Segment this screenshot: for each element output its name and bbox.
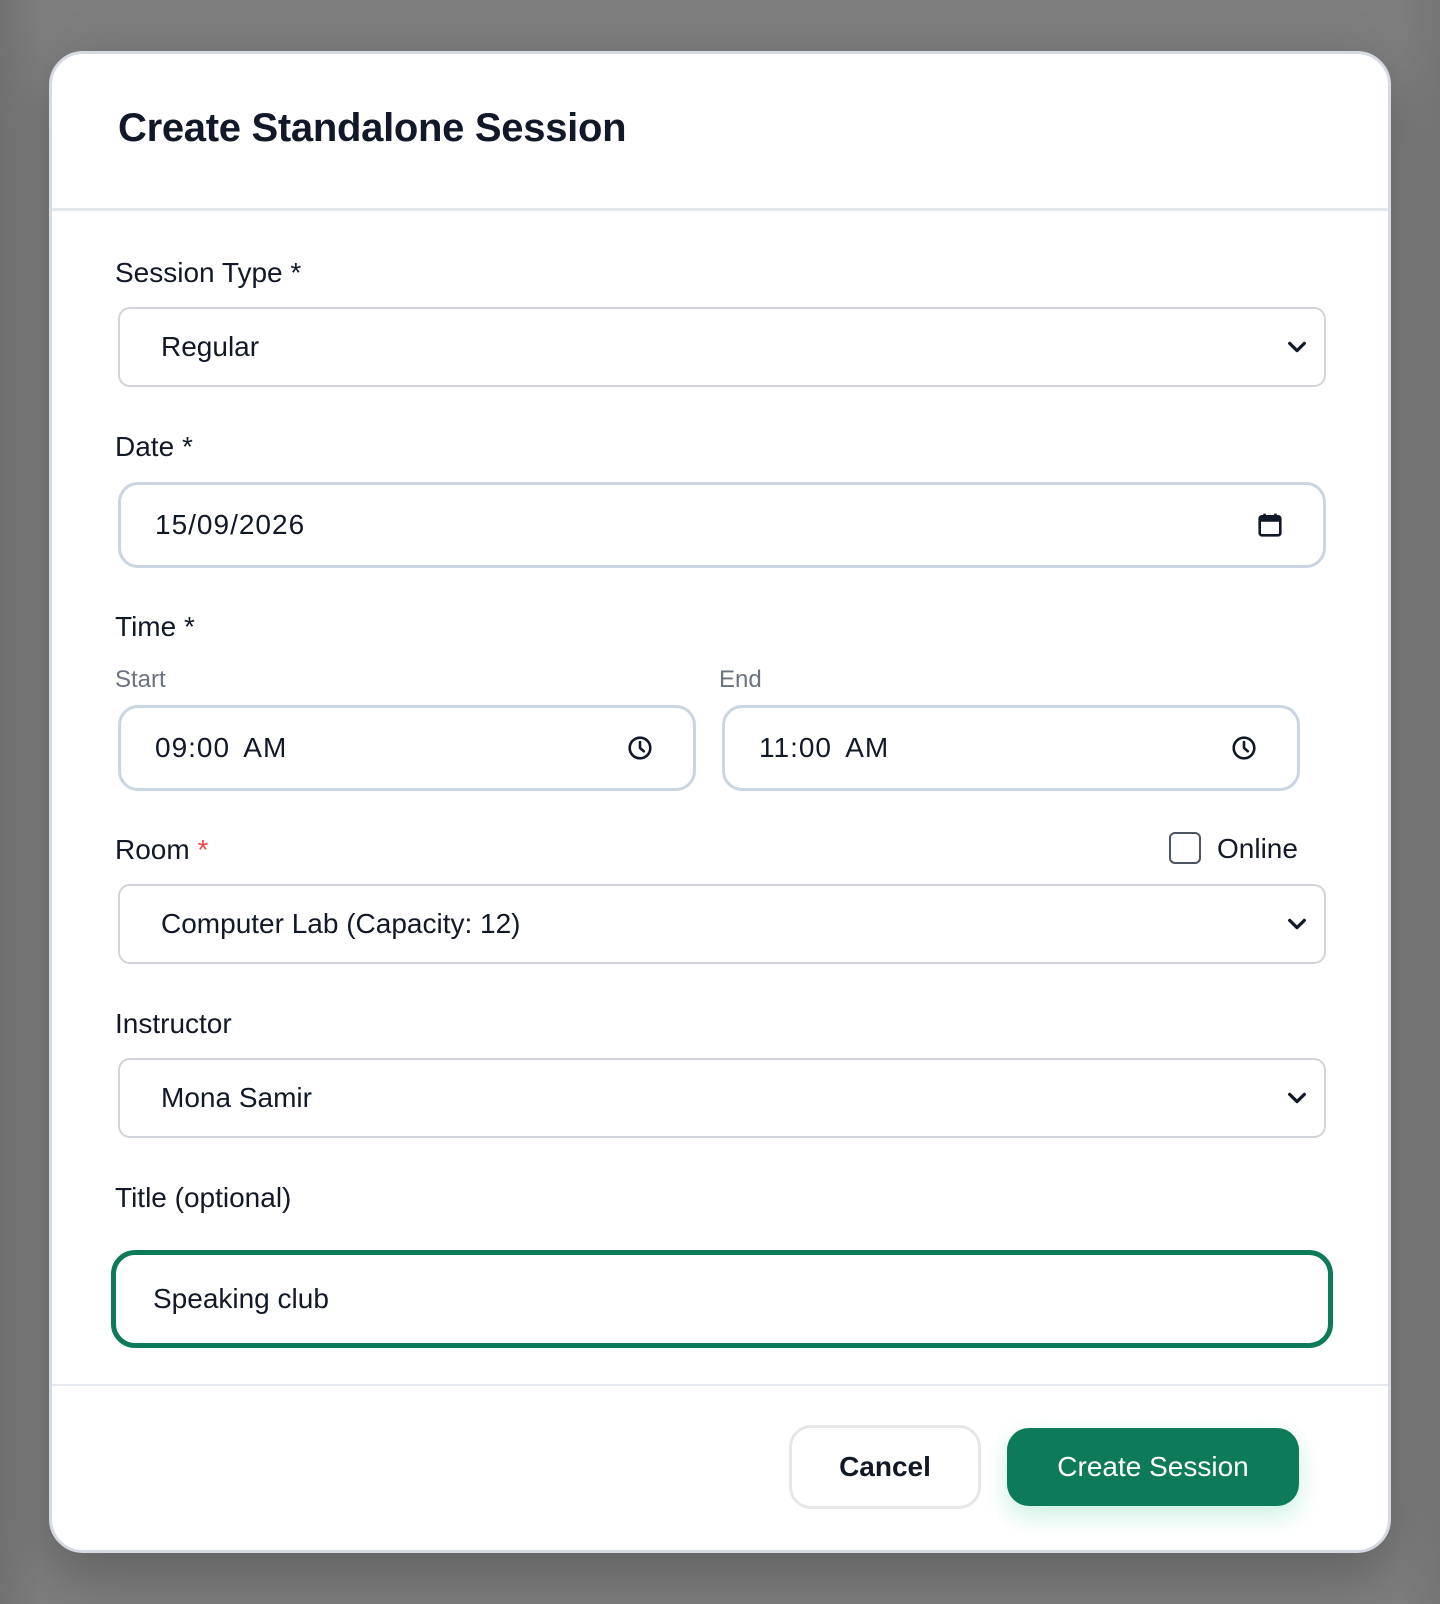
room-required-mark: * bbox=[197, 834, 209, 865]
time-required-mark: * bbox=[183, 611, 195, 642]
cancel-button[interactable]: Cancel bbox=[789, 1425, 981, 1509]
footer-divider bbox=[52, 1384, 1388, 1386]
time-end-value: 11:00 AM bbox=[759, 732, 890, 763]
date-label: Date * bbox=[115, 431, 193, 463]
time-label-text: Time bbox=[115, 611, 177, 642]
room-select[interactable]: Computer Lab (Capacity: 12) bbox=[118, 884, 1326, 964]
instructor-value: Mona Samir bbox=[161, 1082, 312, 1113]
session-type-value: Regular bbox=[161, 331, 260, 362]
room-label: Room * bbox=[115, 834, 208, 866]
time-start-label: Start bbox=[115, 666, 166, 693]
chevron-down-icon bbox=[1288, 918, 1306, 930]
chevron-down-icon bbox=[1288, 341, 1306, 353]
calendar-icon[interactable] bbox=[1257, 512, 1283, 538]
title-value: Speaking club bbox=[153, 1283, 329, 1314]
session-type-label: Session Type * bbox=[115, 257, 301, 289]
title-input[interactable]: Speaking club bbox=[111, 1250, 1333, 1348]
session-type-required-mark: * bbox=[290, 257, 302, 288]
instructor-label: Instructor bbox=[115, 1008, 232, 1039]
session-type-label-text: Session Type bbox=[115, 257, 283, 288]
instructor-select[interactable]: Mona Samir bbox=[118, 1058, 1326, 1138]
date-value: 15/09/2026 bbox=[155, 509, 306, 540]
time-end-label: End bbox=[719, 666, 762, 693]
title-label: Title (optional) bbox=[115, 1182, 292, 1213]
clock-icon[interactable] bbox=[1231, 735, 1257, 761]
create-session-modal: Create Standalone Session Session Type *… bbox=[49, 51, 1391, 1553]
clock-icon[interactable] bbox=[627, 735, 653, 761]
time-start-value: 09:00 AM bbox=[155, 732, 288, 763]
online-label[interactable]: Online bbox=[1217, 833, 1298, 865]
session-type-select[interactable]: Regular bbox=[118, 307, 1326, 387]
chevron-down-icon bbox=[1288, 1092, 1306, 1104]
time-label: Time * bbox=[115, 611, 195, 643]
time-start-input[interactable]: 09:00 AM bbox=[118, 705, 696, 791]
room-label-text: Room bbox=[115, 834, 190, 865]
create-session-button[interactable]: Create Session bbox=[1007, 1428, 1299, 1506]
room-value: Computer Lab (Capacity: 12) bbox=[161, 908, 521, 939]
time-end-input[interactable]: 11:00 AM bbox=[722, 705, 1300, 791]
modal-header: Create Standalone Session bbox=[52, 54, 1388, 211]
date-required-mark: * bbox=[181, 431, 193, 462]
date-input[interactable]: 15/09/2026 bbox=[118, 482, 1326, 568]
date-label-text: Date bbox=[115, 431, 175, 462]
modal-title: Create Standalone Session bbox=[118, 105, 627, 150]
online-checkbox[interactable] bbox=[1169, 832, 1201, 864]
